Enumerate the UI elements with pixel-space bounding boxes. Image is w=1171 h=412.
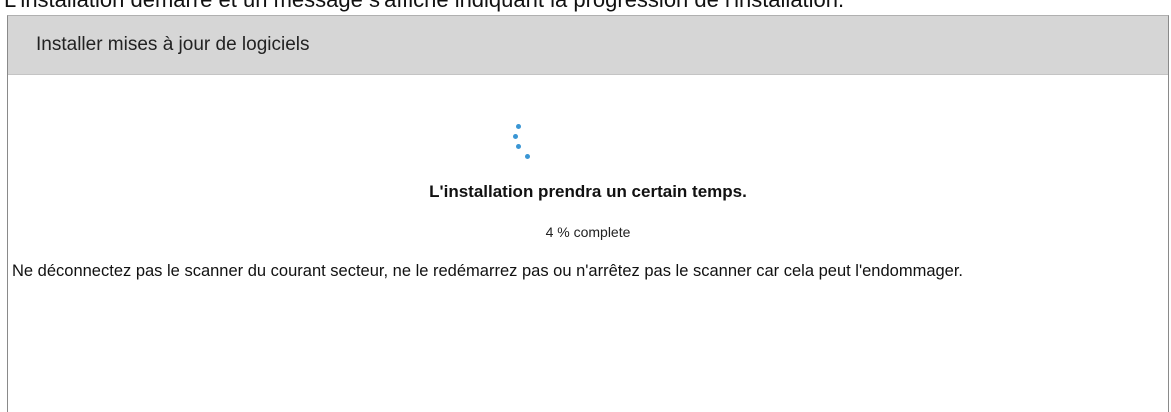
- spinner-dot: [516, 144, 521, 149]
- spinner-dot: [516, 124, 521, 129]
- install-updates-dialog: Installer mises à jour de logiciels L'in…: [7, 15, 1169, 412]
- progress-percent-text: 4 % complete: [545, 224, 631, 240]
- loading-spinner-icon: [506, 121, 530, 165]
- caption-text-cropped: L'installation démarre et un message s'a…: [0, 0, 1171, 14]
- dialog-title: Installer mises à jour de logiciels: [36, 34, 310, 55]
- install-duration-notice: L'installation prendra un certain temps.: [429, 182, 747, 201]
- spinner-dot: [513, 134, 518, 139]
- dialog-header: Installer mises à jour de logiciels: [8, 16, 1168, 75]
- spinner-dot: [525, 154, 530, 159]
- power-warning-message: Ne déconnectez pas le scanner du courant…: [12, 262, 964, 280]
- caption-text: L'installation démarre et un message s'a…: [4, 0, 844, 11]
